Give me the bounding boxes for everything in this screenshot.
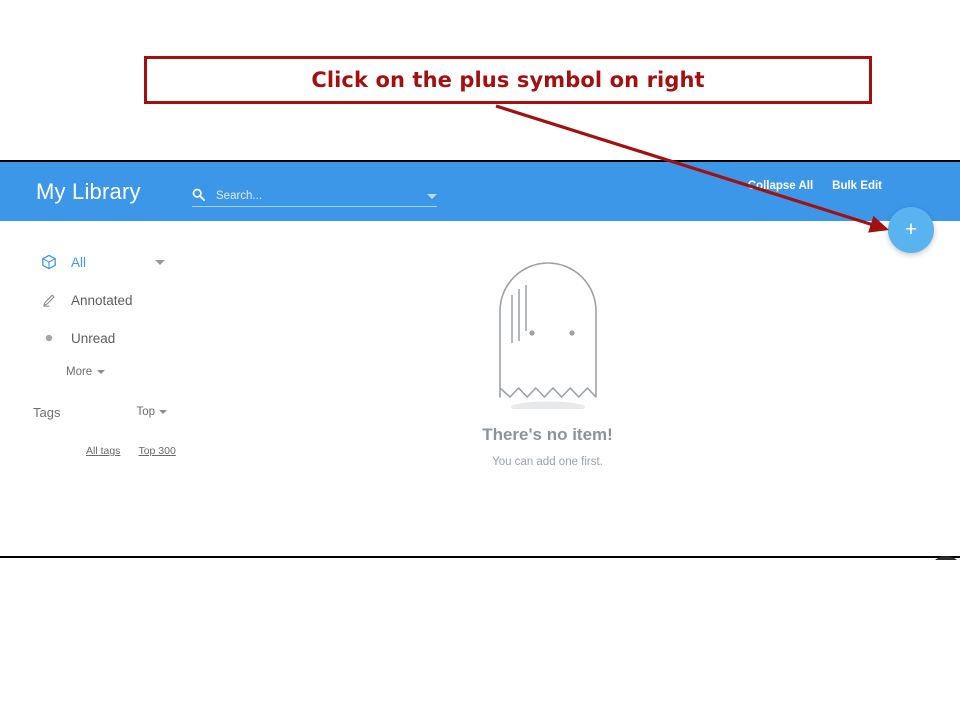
sidebar-item-label: All: [71, 254, 87, 270]
search-input[interactable]: [216, 189, 421, 203]
chevron-down-icon: [159, 410, 168, 414]
add-item-button[interactable]: +: [888, 207, 934, 253]
app-body: All Annotated Unread More Tags Top All t…: [0, 221, 960, 556]
content-area: There's no item! You can add one first.: [255, 221, 960, 556]
annotation-callout: Click on the plus symbol on right: [144, 56, 872, 104]
tags-section-header: Tags Top: [0, 401, 255, 423]
search-field[interactable]: [192, 188, 437, 207]
annotation-text: Click on the plus symbol on right: [311, 68, 705, 92]
sidebar-item-label: Annotated: [71, 292, 133, 308]
sidebar-item-annotated[interactable]: Annotated: [0, 285, 255, 315]
top-300-link[interactable]: Top 300: [138, 445, 175, 457]
bulk-edit-link[interactable]: Bulk Edit: [832, 180, 882, 192]
tags-label: Tags: [33, 404, 61, 420]
bottom-clip-mask: [0, 560, 960, 590]
sidebar-more-toggle[interactable]: More: [0, 361, 255, 383]
empty-state-title: There's no item!: [482, 425, 613, 444]
sidebar-item-all[interactable]: All: [0, 247, 255, 277]
all-tags-link[interactable]: All tags: [86, 445, 120, 457]
tag-links: All tags Top 300: [0, 445, 255, 457]
plus-icon: +: [904, 217, 918, 241]
tags-sort-selector[interactable]: Top: [136, 406, 168, 418]
header-actions: Collapse All Bulk Edit: [748, 180, 882, 192]
sidebar: All Annotated Unread More Tags Top All t…: [0, 221, 255, 556]
app-title: My Library: [36, 178, 141, 204]
pencil-icon: [40, 291, 58, 309]
tags-sort-label: Top: [136, 406, 156, 418]
sidebar-item-label: Unread: [71, 330, 116, 346]
empty-state-subtitle: You can add one first.: [492, 456, 603, 468]
chevron-down-icon: [97, 370, 106, 374]
ghost-illustration: [478, 249, 618, 413]
chevron-down-icon[interactable]: [427, 194, 437, 199]
sidebar-item-unread[interactable]: Unread: [0, 323, 255, 353]
app-window: My Library Collapse All Bulk Edit +: [0, 160, 960, 558]
dot-icon: [40, 329, 58, 347]
sidebar-more-label: More: [66, 366, 93, 378]
cube-icon: [40, 253, 58, 271]
search-icon: [192, 188, 205, 201]
chevron-down-icon[interactable]: [155, 259, 165, 265]
collapse-all-link[interactable]: Collapse All: [748, 180, 813, 192]
app-header: My Library Collapse All Bulk Edit +: [0, 162, 960, 253]
